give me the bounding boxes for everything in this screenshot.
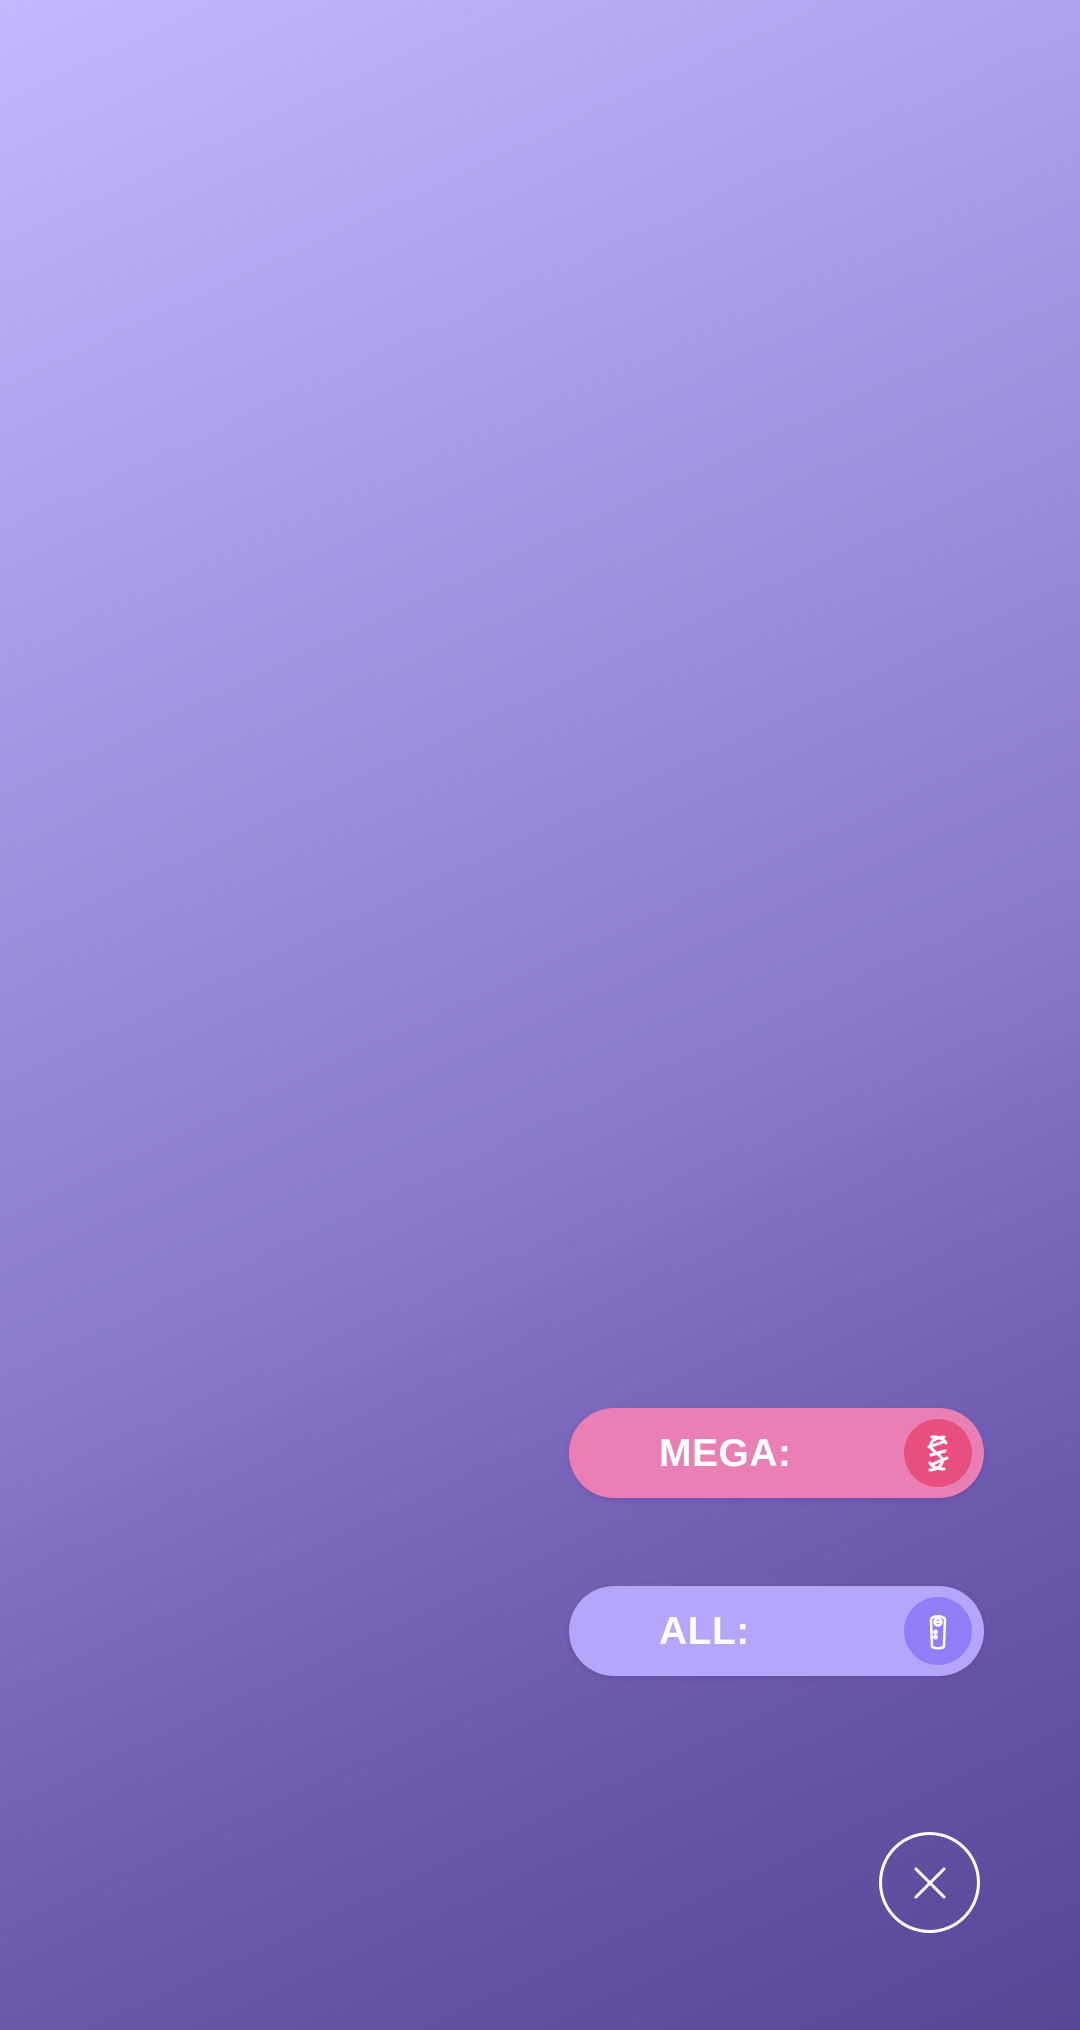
mega-filter-button[interactable]: MEGA:: [569, 1408, 984, 1498]
all-filter-button[interactable]: ALL:: [569, 1586, 984, 1676]
close-button[interactable]: [879, 1832, 980, 1933]
close-icon: [914, 1867, 945, 1898]
mega-label: MEGA:: [659, 1432, 792, 1475]
raid-pass-icon: [904, 1597, 972, 1665]
all-label: ALL:: [659, 1610, 750, 1653]
mega-energy-icon: [904, 1419, 972, 1487]
background-gradient: MEGA: ALL:: [0, 0, 1080, 2030]
